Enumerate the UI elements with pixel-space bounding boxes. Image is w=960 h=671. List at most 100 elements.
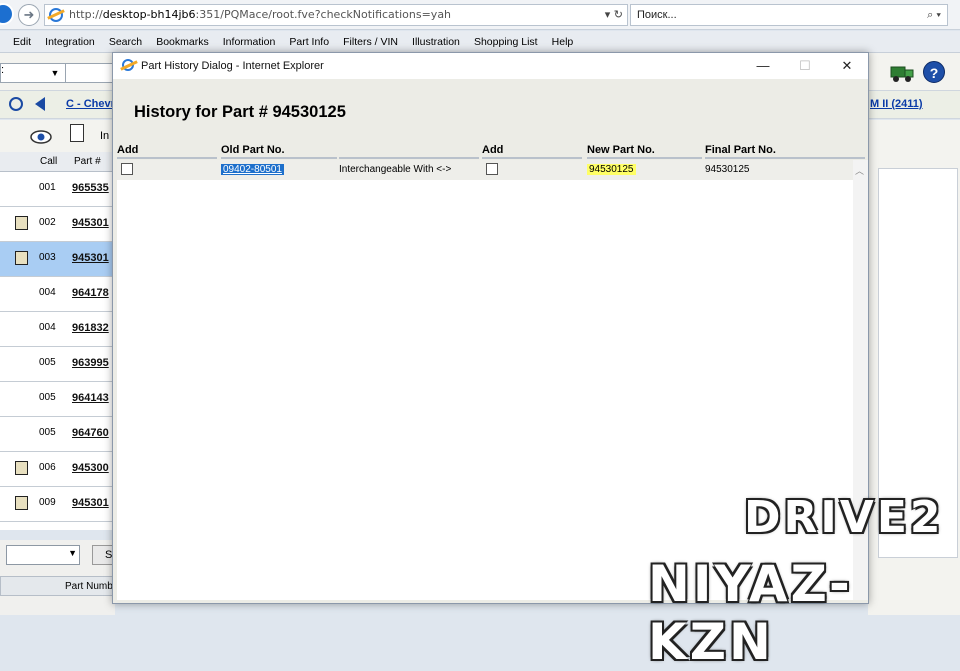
table-row[interactable]: 003 945301 xyxy=(0,242,115,277)
dialog-heading: History for Part # 94530125 xyxy=(134,103,346,121)
info-label: In xyxy=(100,130,110,142)
menu-item-integration[interactable]: Integration xyxy=(45,31,95,53)
table-row[interactable]: 006 945300 xyxy=(0,452,115,487)
old-part-link[interactable]: 09402-80501 xyxy=(221,164,284,175)
menu-item-shopping-list[interactable]: Shopping List xyxy=(474,31,538,53)
part-number-link[interactable]: 945301 xyxy=(72,217,109,229)
url-prefix: http:// xyxy=(69,8,103,21)
part-number-link[interactable]: 945301 xyxy=(72,252,109,264)
relation-cell: Interchangeable With <-> xyxy=(339,164,452,175)
part-number-link[interactable]: 964143 xyxy=(72,392,109,404)
url-host: desktop-bh14jb6 xyxy=(102,8,196,21)
history-scroll-icon[interactable] xyxy=(15,461,28,475)
history-scroll-icon[interactable] xyxy=(15,496,28,510)
forward-button[interactable]: ➜ xyxy=(18,4,40,26)
history-grid-header: Add Old Part No. Add New Part No. Final … xyxy=(117,141,867,159)
help-icon[interactable]: ? xyxy=(923,61,945,83)
breadcrumb-link-catalog[interactable]: C - Chevr xyxy=(66,98,115,110)
call-number: 004 xyxy=(39,322,56,333)
old-part-cell[interactable]: 09402-80501 xyxy=(221,164,284,175)
catalog-select-extension[interactable] xyxy=(66,63,116,83)
col-final-part[interactable]: Final Part No. xyxy=(705,141,865,159)
chevron-down-icon: ▼ xyxy=(68,548,77,558)
minimize-button[interactable]: — xyxy=(743,55,783,77)
table-row[interactable]: 005 964760 xyxy=(0,417,115,452)
new-part-cell[interactable]: 94530125 xyxy=(587,164,636,175)
browser-address-bar: ➜ http://desktop-bh14jb6:351/PQMace/root… xyxy=(0,0,960,30)
refresh-icon[interactable]: ▾ ↻ xyxy=(605,5,623,25)
col-call[interactable]: Call xyxy=(40,156,57,167)
table-row[interactable]: 005 963995 xyxy=(0,347,115,382)
search-placeholder: Поиск... xyxy=(637,9,677,21)
call-number: 005 xyxy=(39,427,56,438)
arrow-right-icon: ➜ xyxy=(23,7,35,22)
table-row[interactable]: 009 945301 xyxy=(0,487,115,522)
history-clock-icon[interactable] xyxy=(9,97,23,111)
part-number-link[interactable]: 964760 xyxy=(72,427,109,439)
part-number-link[interactable]: 945301 xyxy=(72,497,109,509)
menu-item-search[interactable]: Search xyxy=(109,31,142,53)
call-number: 005 xyxy=(39,357,56,368)
bottom-filter-bar: ▼ S Part Numb xyxy=(0,540,122,615)
parts-toolbar: In xyxy=(0,120,115,152)
ie-logo-icon xyxy=(49,8,63,22)
url-path: :351/PQMace/root.fve?checkNotifications=… xyxy=(195,8,452,21)
menu-item-help[interactable]: Help xyxy=(552,31,574,53)
dialog-title-bar[interactable]: Part History Dialog - Internet Explorer … xyxy=(113,53,868,79)
chevron-up-icon[interactable]: ︿ xyxy=(855,164,866,176)
catalog-select-value: : xyxy=(1,64,5,76)
part-number-link[interactable]: 961832 xyxy=(72,322,109,334)
bottom-table-header: Part Numb xyxy=(0,576,115,596)
menu-item-filters-vin[interactable]: Filters / VIN xyxy=(343,31,398,53)
ie-logo-icon xyxy=(122,59,134,71)
table-row[interactable]: 004 961832 xyxy=(0,312,115,347)
parts-list-header: Call Part # xyxy=(0,152,115,172)
col-old-part[interactable]: Old Part No. xyxy=(221,141,337,159)
col-new-part[interactable]: New Part No. xyxy=(587,141,702,159)
table-row[interactable]: 002 945301 xyxy=(0,207,115,242)
add-old-checkbox[interactable] xyxy=(121,163,133,175)
history-scroll-icon[interactable] xyxy=(15,251,28,265)
maximize-button[interactable]: ☐ xyxy=(785,55,825,77)
search-icon[interactable]: ⌕ ▾ xyxy=(927,5,941,25)
call-number: 004 xyxy=(39,287,56,298)
close-button[interactable]: ✕ xyxy=(827,55,867,77)
search-input[interactable]: Поиск... ⌕ ▾ xyxy=(630,4,948,26)
history-scroll-icon[interactable] xyxy=(15,216,28,230)
truck-icon[interactable] xyxy=(890,63,914,83)
back-button[interactable] xyxy=(0,3,14,25)
notes-icon[interactable] xyxy=(70,124,84,142)
eye-icon[interactable] xyxy=(30,126,52,146)
call-number: 005 xyxy=(39,392,56,403)
chevron-down-icon: ▼ xyxy=(50,68,60,78)
call-number: 001 xyxy=(39,182,56,193)
parts-list: Call Part # 001 965535 002 945301 003 945301 0… xyxy=(0,152,115,530)
col-relation[interactable] xyxy=(339,141,479,159)
part-number-link[interactable]: 964178 xyxy=(72,287,109,299)
table-row[interactable]: 005 964143 xyxy=(0,382,115,417)
breadcrumb-link-model[interactable]: M II (2411) xyxy=(870,98,923,110)
menu-item-edit[interactable]: Edit xyxy=(13,31,31,53)
menu-item-illustration[interactable]: Illustration xyxy=(412,31,460,53)
watermark-top: DRIVE2 xyxy=(744,492,944,543)
table-row[interactable]: 004 964178 xyxy=(0,277,115,312)
table-row[interactable]: 001 965535 xyxy=(0,172,115,207)
call-number: 009 xyxy=(39,497,56,508)
menu-item-bookmarks[interactable]: Bookmarks xyxy=(156,31,209,53)
add-new-checkbox[interactable] xyxy=(486,163,498,175)
col-part[interactable]: Part # xyxy=(74,156,101,167)
part-number-link[interactable]: 945300 xyxy=(72,462,109,474)
col-part-number[interactable]: Part Numb xyxy=(65,581,113,592)
col-add-old[interactable]: Add xyxy=(117,141,217,159)
catalog-select[interactable]: : ▼ xyxy=(0,63,66,83)
part-number-link[interactable]: 963995 xyxy=(72,357,109,369)
menu-item-part-info[interactable]: Part Info xyxy=(289,31,329,53)
dialog-title: Part History Dialog - Internet Explorer xyxy=(141,60,324,72)
col-add-new[interactable]: Add xyxy=(482,141,582,159)
filter-select[interactable]: ▼ xyxy=(6,545,80,565)
url-input[interactable]: http://desktop-bh14jb6:351/PQMace/root.f… xyxy=(44,4,628,26)
new-part-highlight[interactable]: 94530125 xyxy=(587,164,636,175)
back-arrow-icon[interactable] xyxy=(35,97,45,111)
menu-item-information[interactable]: Information xyxy=(223,31,276,53)
part-number-link[interactable]: 965535 xyxy=(72,182,109,194)
